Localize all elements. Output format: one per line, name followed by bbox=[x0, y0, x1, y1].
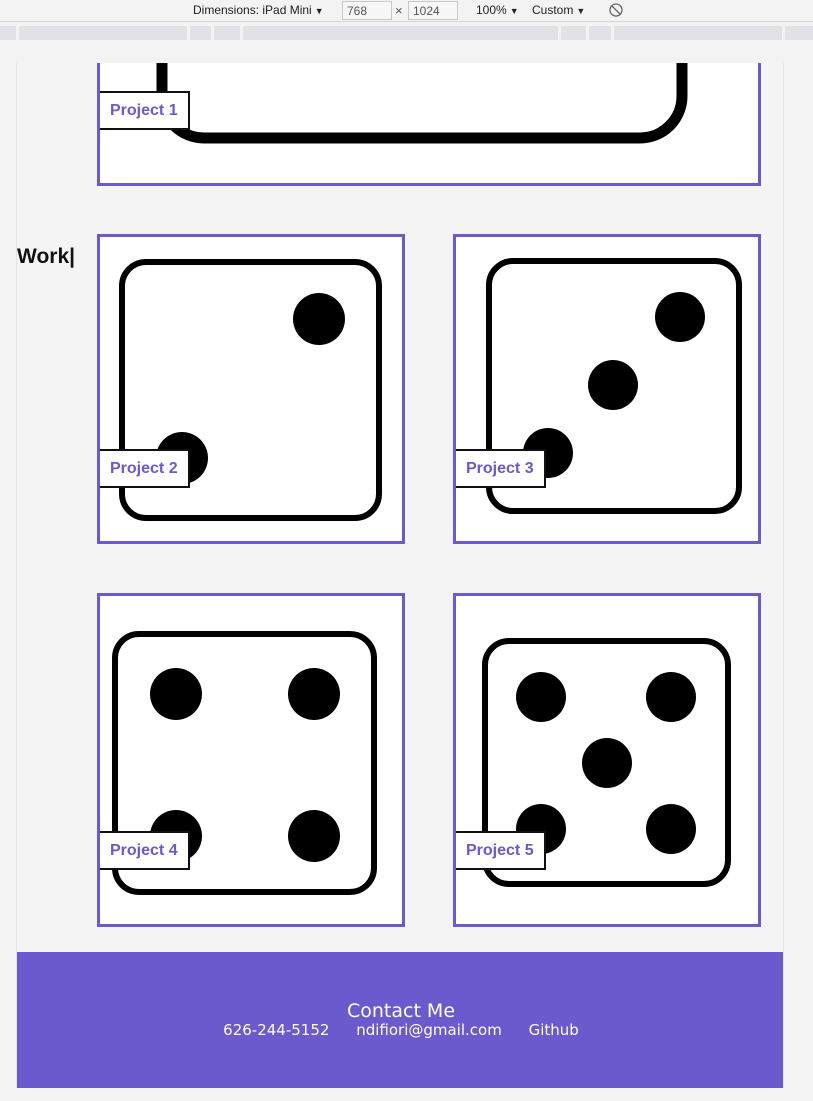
email-link[interactable]: ndifiori@gmail.com bbox=[356, 1021, 502, 1039]
project-card-2[interactable]: Project 2 bbox=[97, 234, 405, 544]
width-input[interactable] bbox=[342, 1, 392, 20]
page-viewport: Work| Project 1 Project 2 Project 3 Proj… bbox=[16, 63, 784, 1088]
chevron-down-icon: ▼ bbox=[576, 6, 586, 16]
dice-one-image bbox=[156, 63, 688, 144]
device-label: Dimensions: iPad Mini bbox=[193, 3, 312, 17]
work-heading: Work| bbox=[17, 245, 75, 268]
throttle-label: Custom bbox=[532, 3, 574, 17]
dice-three-image bbox=[486, 258, 742, 514]
devtools-toolbar: Dimensions: iPad Mini▼ × 100%▼ Custom▼ bbox=[0, 0, 813, 22]
phone-link[interactable]: 626-244-5152 bbox=[223, 1021, 329, 1039]
github-link[interactable]: Github bbox=[529, 1021, 579, 1039]
chevron-down-icon: ▼ bbox=[314, 6, 324, 16]
project-card-5[interactable]: Project 5 bbox=[453, 593, 761, 927]
dice-five-image bbox=[482, 638, 731, 887]
project-label: Project 2 bbox=[100, 449, 190, 488]
throttle-select[interactable]: Custom ▼ bbox=[532, 3, 585, 17]
project-label: Project 4 bbox=[100, 831, 190, 870]
project-card-4[interactable]: Project 4 bbox=[97, 593, 405, 927]
contact-title: Contact Me bbox=[346, 1000, 456, 1022]
contact-links: 626-244-5152 ndifiori@gmail.com Github bbox=[17, 1021, 783, 1039]
project-card-3[interactable]: Project 3 bbox=[453, 234, 761, 544]
project-label: Project 5 bbox=[456, 831, 546, 870]
media-query-ruler[interactable] bbox=[0, 26, 813, 42]
project-label: Project 1 bbox=[100, 91, 190, 130]
device-select[interactable]: Dimensions: iPad Mini ▼ bbox=[193, 3, 324, 17]
height-input[interactable] bbox=[408, 1, 458, 20]
dice-four-image bbox=[112, 631, 377, 895]
times-separator: × bbox=[395, 3, 403, 18]
rotate-icon[interactable] bbox=[608, 2, 624, 18]
contact-footer: Contact Me 626-244-5152 ndifiori@gmail.c… bbox=[17, 952, 783, 1088]
chevron-down-icon: ▼ bbox=[509, 6, 519, 16]
dice-two-image bbox=[119, 259, 382, 521]
zoom-label: 100% bbox=[476, 3, 507, 17]
zoom-select[interactable]: 100% ▼ bbox=[476, 3, 519, 17]
project-label: Project 3 bbox=[456, 449, 546, 488]
project-card-1[interactable]: Project 1 bbox=[97, 63, 761, 186]
